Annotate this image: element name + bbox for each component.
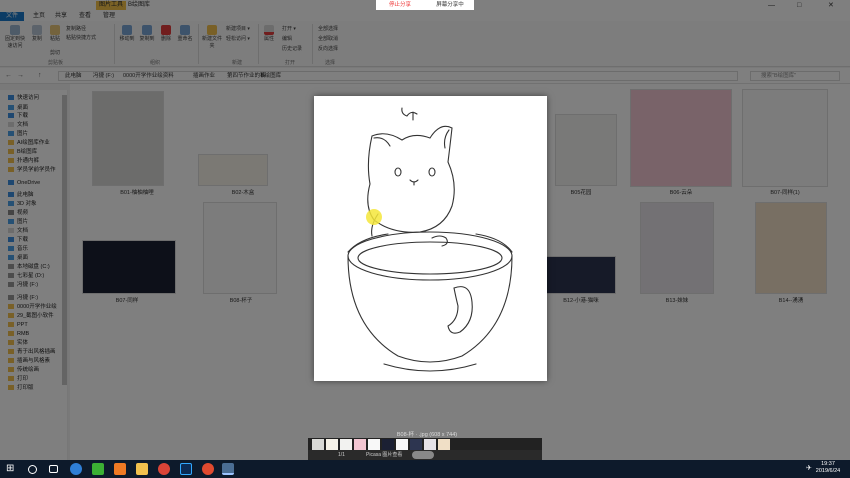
viewer-controls: 1/1 Picasa 图片查看 (308, 450, 542, 460)
screen-share-status: 屏幕分享中 (436, 2, 464, 8)
picasa-icon[interactable] (222, 463, 234, 475)
task-view-icon[interactable] (49, 465, 58, 473)
folder-icon[interactable] (136, 463, 148, 475)
clock-time: 19:37 (821, 461, 835, 467)
play-slideshow-button[interactable] (412, 451, 434, 459)
cursor-highlight (366, 209, 382, 225)
search-icon[interactable] (28, 465, 37, 474)
clock[interactable]: 19:37 2019/6/24 (808, 461, 848, 475)
stop-share-button[interactable]: 停止分享 (376, 0, 424, 10)
wechat-icon[interactable] (92, 463, 104, 475)
screen: 图片工具 B绘图库 — □ ✕ 文件 主页 共享 查看 管理 固定到快速访问 复… (0, 0, 850, 478)
screen-share-bar: 停止分享 屏幕分享中 (376, 0, 474, 10)
cat-in-cup-drawing (347, 107, 513, 372)
image-viewer (314, 96, 547, 381)
chrome-icon[interactable] (158, 463, 170, 475)
taskbar: ⊞ ✈ (0, 460, 850, 478)
start-icon[interactable]: ⊞ (6, 463, 18, 475)
viewer-page-count: 1/1 (338, 452, 345, 458)
viewer-app-name: Picasa 图片查看 (366, 452, 403, 458)
app-icon-browser[interactable] (70, 463, 82, 475)
viewer-file-info: B08-杯 · .jpg (608 x 744) (396, 432, 458, 438)
app-icon-red[interactable] (202, 463, 214, 475)
app-icon-orange[interactable] (114, 463, 126, 475)
clock-date: 2019/6/24 (815, 468, 841, 474)
photoshop-icon[interactable] (180, 463, 192, 475)
